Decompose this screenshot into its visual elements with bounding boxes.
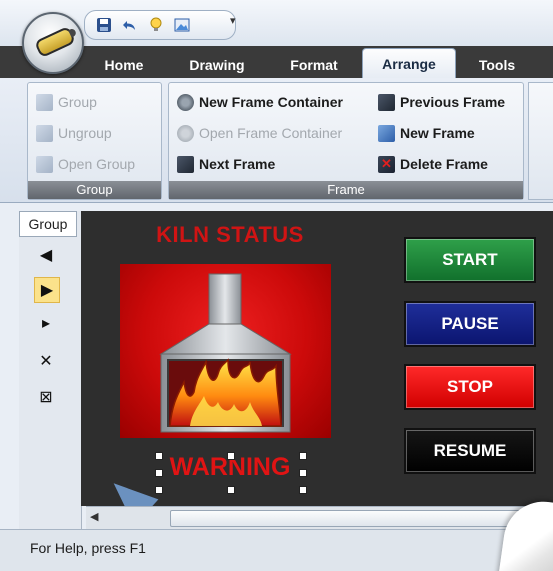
ungroup-button-label: Ungroup: [58, 125, 112, 141]
ribbon-group-group: Group Ungroup Open Group Group: [27, 82, 162, 200]
undo-icon[interactable]: [121, 16, 139, 34]
stop-button[interactable]: STOP: [404, 364, 536, 410]
delete-frame-label: Delete Frame: [400, 156, 488, 172]
customize-quick-access-icon[interactable]: ▾: [230, 14, 236, 27]
frame-container-icon: [177, 93, 194, 111]
next-frame-icon: [177, 155, 194, 173]
app-window: ▾ Home Drawing Format Arrange Tools Grou…: [0, 0, 553, 571]
tab-drawing[interactable]: Drawing: [174, 52, 260, 78]
selection-handle[interactable]: [155, 469, 163, 477]
ribbon-group-frame: New Frame Container Open Frame Container…: [168, 82, 524, 200]
group-tool-panel: Group ◀ ▶ ▸ ✕ ⊠: [19, 211, 82, 529]
selection-handle[interactable]: [299, 469, 307, 477]
status-text: For Help, press F1: [30, 540, 146, 556]
tab-home[interactable]: Home: [92, 52, 156, 78]
play-star-icon[interactable]: ▸: [34, 311, 58, 335]
selection-handle[interactable]: [227, 486, 235, 494]
delete-frame-button[interactable]: Delete Frame: [378, 153, 488, 175]
horizontal-scrollbar[interactable]: ◀: [86, 506, 553, 529]
open-frame-container-button[interactable]: Open Frame Container: [177, 122, 342, 144]
ungroup-icon: [36, 124, 53, 142]
next-frame-label: Next Frame: [199, 156, 276, 172]
selection-handle[interactable]: [299, 486, 307, 494]
open-frame-container-label: Open Frame Container: [199, 125, 343, 141]
tab-tools[interactable]: Tools: [466, 52, 528, 78]
new-frame-button[interactable]: New Frame: [378, 122, 475, 144]
group-button[interactable]: Group: [36, 91, 97, 113]
close-icon[interactable]: ✕: [34, 349, 58, 373]
previous-frame-label: Previous Frame: [400, 94, 506, 110]
ribbon-group-title-frame: Frame: [169, 181, 523, 199]
ribbon-group-partial: [528, 82, 553, 200]
pen-icon: [33, 25, 77, 59]
start-button[interactable]: START: [404, 237, 536, 283]
open-group-button-label: Open Group: [58, 156, 136, 172]
open-group-icon: [36, 155, 53, 173]
kiln-furnace-illustration: [159, 273, 292, 433]
selection-handle[interactable]: [155, 486, 163, 494]
kiln-graphic[interactable]: [120, 264, 331, 438]
group-button-label: Group: [58, 94, 97, 110]
boxed-x-icon[interactable]: ⊠: [34, 385, 58, 409]
new-frame-container-button[interactable]: New Frame Container: [177, 91, 343, 113]
selection-handle[interactable]: [227, 452, 235, 460]
open-group-button[interactable]: Open Group: [36, 153, 135, 175]
save-icon[interactable]: [95, 16, 113, 34]
kiln-status-title[interactable]: KILN STATUS: [149, 222, 311, 248]
triangle-left-icon[interactable]: ◀: [34, 243, 58, 267]
ungroup-button[interactable]: Ungroup: [36, 122, 112, 144]
open-frame-container-icon: [177, 124, 194, 142]
new-frame-label: New Frame: [400, 125, 475, 141]
group-icon: [36, 93, 53, 111]
delete-frame-icon: [378, 153, 395, 175]
picture-icon[interactable]: [173, 16, 191, 34]
tab-format[interactable]: Format: [279, 52, 349, 78]
application-menu-button[interactable]: [22, 12, 84, 74]
lightbulb-icon[interactable]: [147, 16, 165, 34]
quick-access-toolbar: [84, 10, 236, 40]
resume-button[interactable]: RESUME: [404, 428, 536, 474]
new-frame-container-label: New Frame Container: [199, 94, 343, 110]
new-frame-icon: [378, 124, 395, 142]
play-icon[interactable]: ▶: [34, 277, 60, 303]
next-frame-button[interactable]: Next Frame: [177, 153, 275, 175]
scrollbar-thumb[interactable]: [170, 510, 552, 527]
ribbon-group-title-group: Group: [28, 181, 161, 199]
selection-handle[interactable]: [299, 452, 307, 460]
previous-frame-icon: [378, 93, 395, 111]
ribbon: Group Ungroup Open Group Group New Frame…: [0, 78, 553, 203]
selection-handle[interactable]: [155, 452, 163, 460]
status-bar: For Help, press F1: [0, 529, 553, 571]
group-panel-title: Group: [19, 211, 77, 237]
previous-frame-button[interactable]: Previous Frame: [378, 91, 505, 113]
tab-arrange[interactable]: Arrange: [362, 48, 456, 79]
pause-button[interactable]: PAUSE: [404, 301, 536, 347]
scroll-left-icon[interactable]: ◀: [90, 510, 98, 523]
